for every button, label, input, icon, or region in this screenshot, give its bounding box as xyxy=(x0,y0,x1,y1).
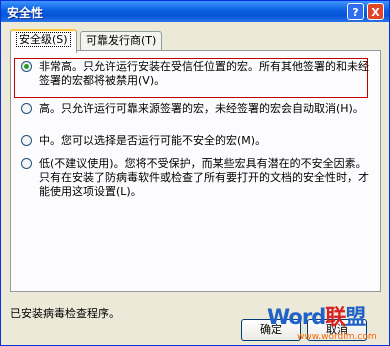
radio-medium[interactable] xyxy=(21,135,32,146)
watermark-meng: 盟 xyxy=(345,305,366,329)
watermark-logo: Word联盟 xyxy=(267,301,366,331)
option-low-label: 低(不建议使用)。您将不受保护，而某些宏具有潜在的不安全因素。只有在安装了防病毒… xyxy=(39,157,369,198)
option-low[interactable]: 低(不建议使用)。您将不受保护，而某些宏具有潜在的不安全因素。只有在安装了防病毒… xyxy=(21,157,371,199)
radio-low[interactable] xyxy=(21,158,32,169)
watermark-url: www.wordlm.com xyxy=(297,332,377,342)
watermark-lian: 联 xyxy=(325,305,346,329)
tab-trusted-publishers[interactable]: 可靠发行商(T) xyxy=(80,31,163,51)
option-very-high[interactable]: 非常高。只允许运行安装在受信任位置的宏。所有其他签署的和未经签署的宏都将被禁用(… xyxy=(21,60,371,88)
radio-very-high[interactable] xyxy=(21,61,32,72)
option-medium[interactable]: 中。您可以选择是否运行可能不安全的宏(M)。 xyxy=(21,134,371,148)
security-dialog: 安全性 ? X 安全级(S) 可靠发行商(T) 非常高。只允许运行安装在受信任位… xyxy=(0,0,390,346)
tab-security-level[interactable]: 安全级(S) xyxy=(10,29,77,53)
option-high-label: 高。只允许运行可靠来源签署的宏，未经签署的宏会自动取消(H)。 xyxy=(39,102,364,115)
watermark-word: Word xyxy=(267,305,326,329)
help-button[interactable]: ? xyxy=(347,3,364,20)
radio-high[interactable] xyxy=(21,103,32,114)
tab-trusted-publishers-label: 可靠发行商(T) xyxy=(86,34,157,47)
tab-security-level-label: 安全级(S) xyxy=(16,32,71,47)
tab-panel: 非常高。只允许运行安装在受信任位置的宏。所有其他签署的和未经签署的宏都将被禁用(… xyxy=(10,50,381,292)
dialog-title: 安全性 xyxy=(7,6,44,20)
title-bar[interactable]: 安全性 ? X xyxy=(1,1,389,22)
option-high[interactable]: 高。只允许运行可靠来源签署的宏，未经签署的宏会自动取消(H)。 xyxy=(21,102,371,116)
close-button[interactable]: X xyxy=(367,3,384,20)
option-medium-label: 中。您可以选择是否运行可能不安全的宏(M)。 xyxy=(39,134,267,147)
status-text: 已安装病毒检查程序。 xyxy=(10,307,120,320)
option-very-high-label: 非常高。只允许运行安装在受信任位置的宏。所有其他签署的和未经签署的宏都将被禁用(… xyxy=(39,60,369,87)
radio-selected-dot xyxy=(24,64,29,69)
